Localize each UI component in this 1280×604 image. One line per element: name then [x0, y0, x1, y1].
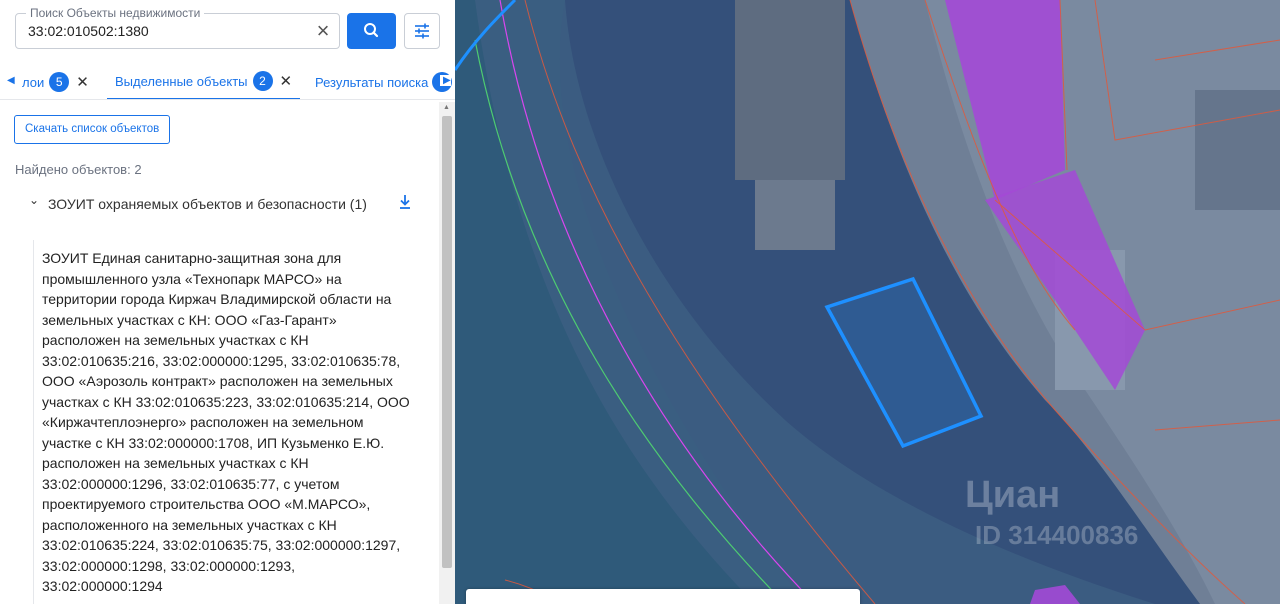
tabs-scroll-left-icon[interactable]: ◀: [7, 75, 15, 86]
download-list-button[interactable]: Скачать список объектов: [14, 115, 171, 144]
results-area: Скачать список объектов Найдено объектов…: [0, 100, 455, 604]
watermark: Циан: [965, 474, 1061, 516]
scroll-up-icon[interactable]: ▲: [443, 104, 450, 111]
download-icon[interactable]: [397, 193, 413, 211]
search-input[interactable]: [28, 14, 308, 48]
map-info-card[interactable]: [466, 589, 860, 604]
group-title[interactable]: ЗОУИТ охраняемых объектов и безопасности…: [48, 194, 388, 214]
scrollbar-thumb[interactable]: [442, 116, 452, 568]
tab-label: Результаты поиска: [315, 74, 429, 90]
tab-label: лои: [22, 74, 45, 90]
watermark-id: ID 314400836: [975, 520, 1139, 550]
tab-bar: ◀ лои 5 ✕ Выделенные объекты 2 ✕ Результ…: [0, 64, 455, 100]
scrollbar[interactable]: ▲: [439, 102, 455, 604]
clear-icon[interactable]: ×: [313, 20, 333, 42]
tab-search-results[interactable]: Результаты поиска: [315, 64, 453, 99]
building: [735, 0, 845, 180]
tab-layers[interactable]: лои 5 ✕: [22, 64, 89, 99]
search-field[interactable]: Поиск Объекты недвижимости ×: [15, 6, 340, 49]
close-icon[interactable]: ✕: [280, 72, 293, 90]
found-count: Найдено объектов: 2: [15, 162, 142, 177]
chevron-down-icon[interactable]: ⌄: [29, 193, 39, 207]
search-button[interactable]: [347, 13, 396, 49]
sidebar-panel: Поиск Объекты недвижимости × ◀ лои 5 ✕: [0, 0, 455, 604]
building: [755, 180, 835, 250]
search-icon: [364, 23, 379, 38]
sliders-icon: [415, 23, 429, 39]
filter-button[interactable]: [404, 13, 440, 49]
building: [1195, 90, 1280, 210]
tab-count-badge: 5: [49, 72, 70, 92]
tabs-scroll-right-icon[interactable]: ▶: [440, 75, 451, 86]
tab-label: Выделенные объекты: [115, 73, 248, 89]
tab-selected-objects[interactable]: Выделенные объекты 2 ✕: [107, 64, 301, 99]
close-icon[interactable]: ✕: [76, 73, 89, 91]
tab-count-badge: 2: [252, 71, 273, 91]
map-view[interactable]: Циан ID 314400836: [455, 0, 1280, 604]
object-description: ЗОУИТ Единая санитарно-защитная зона для…: [33, 240, 423, 604]
map-canvas[interactable]: [455, 0, 1280, 604]
